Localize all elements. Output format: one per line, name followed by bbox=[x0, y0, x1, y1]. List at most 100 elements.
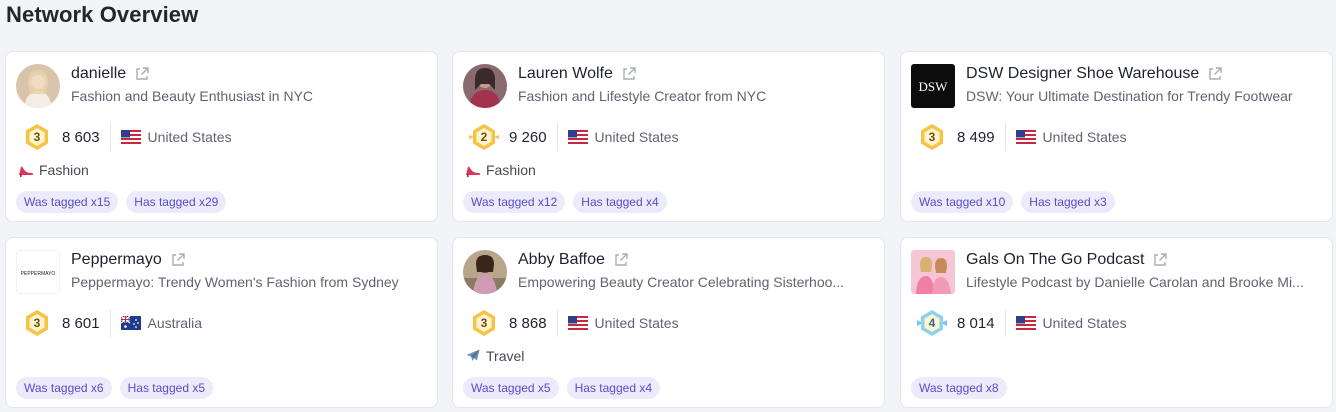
profile-name[interactable]: DSW Designer Shoe Warehouse bbox=[966, 65, 1199, 83]
high-heel-icon bbox=[465, 162, 481, 178]
was-tagged-badge[interactable]: Was tagged x10 bbox=[911, 191, 1014, 213]
profile-stats: 3 8 603 United States bbox=[22, 122, 232, 152]
level-number: 2 bbox=[480, 130, 488, 144]
profile-card-lauren-wolfe[interactable]: Lauren Wolfe Fashion and Lifestyle Creat… bbox=[452, 51, 885, 222]
profile-name[interactable]: Lauren Wolfe bbox=[518, 65, 613, 83]
profile-bio: Peppermayo: Trendy Women's Fashion from … bbox=[71, 274, 399, 290]
external-link-icon[interactable] bbox=[613, 252, 629, 268]
profile-name[interactable]: Peppermayo bbox=[71, 251, 162, 269]
tag-stats: Was tagged x5 Has tagged x4 bbox=[463, 377, 660, 399]
external-link-icon[interactable] bbox=[1207, 66, 1223, 82]
avatar-logo-text: PEPPERMAYO bbox=[21, 271, 56, 277]
tag-stats: Was tagged x12 Has tagged x4 bbox=[463, 191, 667, 213]
country-name: United States bbox=[147, 129, 232, 145]
was-tagged-badge[interactable]: Was tagged x8 bbox=[911, 377, 1007, 399]
stats-divider bbox=[1004, 309, 1006, 337]
profile-stats: 3 8 601 Australia bbox=[22, 308, 202, 338]
profile-card-danielle[interactable]: danielle Fashion and Beauty Enthusiast i… bbox=[5, 51, 438, 222]
network-grid: danielle Fashion and Beauty Enthusiast i… bbox=[0, 0, 1336, 412]
country-name: United States bbox=[1042, 315, 1127, 331]
country-name: Australia bbox=[147, 315, 203, 331]
level-number: 3 bbox=[33, 130, 41, 144]
tag-stats: Was tagged x6 Has tagged x5 bbox=[16, 377, 213, 399]
profile-bio: Fashion and Lifestyle Creator from NYC bbox=[518, 88, 767, 104]
has-tagged-badge[interactable]: Has tagged x4 bbox=[566, 377, 660, 399]
level-badge: 3 bbox=[22, 308, 52, 338]
follower-count: 8 014 bbox=[957, 314, 995, 332]
stats-divider bbox=[109, 123, 111, 151]
level-badge: 3 bbox=[22, 122, 52, 152]
profile-name[interactable]: danielle bbox=[71, 65, 126, 83]
level-number: 4 bbox=[928, 316, 936, 330]
high-heel-icon bbox=[18, 162, 34, 178]
profile-stats: 4 8 014 United States bbox=[917, 308, 1127, 338]
level-number: 3 bbox=[33, 316, 41, 330]
category: Fashion bbox=[18, 162, 89, 178]
profile-stats: 3 8 868 United States bbox=[469, 308, 679, 338]
level-badge: 4 bbox=[917, 308, 947, 338]
level-badge: 3 bbox=[469, 308, 499, 338]
external-link-icon[interactable] bbox=[1152, 252, 1168, 268]
profile-card-dsw[interactable]: DSW DSW Designer Shoe Warehouse DSW: You… bbox=[900, 51, 1333, 222]
category-label: Fashion bbox=[39, 162, 89, 178]
profile-bio: Lifestyle Podcast by Danielle Carolan an… bbox=[966, 274, 1304, 290]
us-flag-icon bbox=[120, 130, 141, 144]
level-number: 3 bbox=[928, 130, 936, 144]
stats-divider bbox=[556, 123, 558, 151]
was-tagged-badge[interactable]: Was tagged x15 bbox=[16, 191, 119, 213]
level-badge: 3 bbox=[917, 122, 947, 152]
profile-bio: DSW: Your Ultimate Destination for Trend… bbox=[966, 88, 1293, 104]
tag-stats: Was tagged x15 Has tagged x29 bbox=[16, 191, 227, 213]
external-link-icon[interactable] bbox=[621, 66, 637, 82]
was-tagged-badge[interactable]: Was tagged x6 bbox=[16, 377, 112, 399]
us-flag-icon bbox=[567, 316, 588, 330]
country-name: United States bbox=[594, 315, 679, 331]
profile-stats: 2 9 260 United States bbox=[469, 122, 679, 152]
country-name: United States bbox=[1042, 129, 1127, 145]
us-flag-icon bbox=[1015, 316, 1036, 330]
avatar[interactable] bbox=[463, 64, 507, 108]
profile-name[interactable]: Abby Baffoe bbox=[518, 251, 605, 269]
level-number: 3 bbox=[480, 316, 488, 330]
category-label: Travel bbox=[486, 348, 525, 364]
level-badge: 2 bbox=[469, 122, 499, 152]
avatar-logo-text: DSW bbox=[919, 79, 949, 94]
stats-divider bbox=[556, 309, 558, 337]
follower-count: 9 260 bbox=[509, 128, 547, 146]
category: Fashion bbox=[465, 162, 536, 178]
was-tagged-badge[interactable]: Was tagged x12 bbox=[463, 191, 566, 213]
was-tagged-badge[interactable]: Was tagged x5 bbox=[463, 377, 559, 399]
tag-stats: Was tagged x10 Has tagged x3 bbox=[911, 191, 1115, 213]
has-tagged-badge[interactable]: Has tagged x4 bbox=[573, 191, 667, 213]
avatar[interactable]: DSW bbox=[911, 64, 955, 108]
stats-divider bbox=[109, 309, 111, 337]
profile-name[interactable]: Gals On The Go Podcast bbox=[966, 251, 1144, 269]
avatar[interactable] bbox=[16, 64, 60, 108]
has-tagged-badge[interactable]: Has tagged x3 bbox=[1021, 191, 1115, 213]
avatar[interactable] bbox=[463, 250, 507, 294]
profile-card-gals-on-the-go-podcast[interactable]: Gals On The Go Podcast Lifestyle Podcast… bbox=[900, 237, 1333, 408]
follower-count: 8 603 bbox=[62, 128, 100, 146]
has-tagged-badge[interactable]: Has tagged x29 bbox=[126, 191, 227, 213]
follower-count: 8 601 bbox=[62, 314, 100, 332]
profile-bio: Fashion and Beauty Enthusiast in NYC bbox=[71, 88, 314, 104]
avatar[interactable] bbox=[911, 250, 955, 294]
stats-divider bbox=[1004, 123, 1006, 151]
tag-stats: Was tagged x8 bbox=[911, 377, 1007, 399]
profile-card-peppermayo[interactable]: PEPPERMAYO Peppermayo Peppermayo: Trendy… bbox=[5, 237, 438, 408]
au-flag-icon bbox=[120, 316, 141, 330]
category: Travel bbox=[465, 348, 524, 364]
profile-card-abby-baffoe[interactable]: Abby Baffoe Empowering Beauty Creator Ce… bbox=[452, 237, 885, 408]
us-flag-icon bbox=[567, 130, 588, 144]
follower-count: 8 868 bbox=[509, 314, 547, 332]
country-name: United States bbox=[594, 129, 679, 145]
external-link-icon[interactable] bbox=[134, 66, 150, 82]
airplane-icon bbox=[465, 348, 481, 364]
category-label: Fashion bbox=[486, 162, 536, 178]
avatar[interactable]: PEPPERMAYO bbox=[16, 250, 60, 294]
follower-count: 8 499 bbox=[957, 128, 995, 146]
profile-bio: Empowering Beauty Creator Celebrating Si… bbox=[518, 274, 845, 290]
us-flag-icon bbox=[1015, 130, 1036, 144]
external-link-icon[interactable] bbox=[170, 252, 186, 268]
has-tagged-badge[interactable]: Has tagged x5 bbox=[119, 377, 213, 399]
